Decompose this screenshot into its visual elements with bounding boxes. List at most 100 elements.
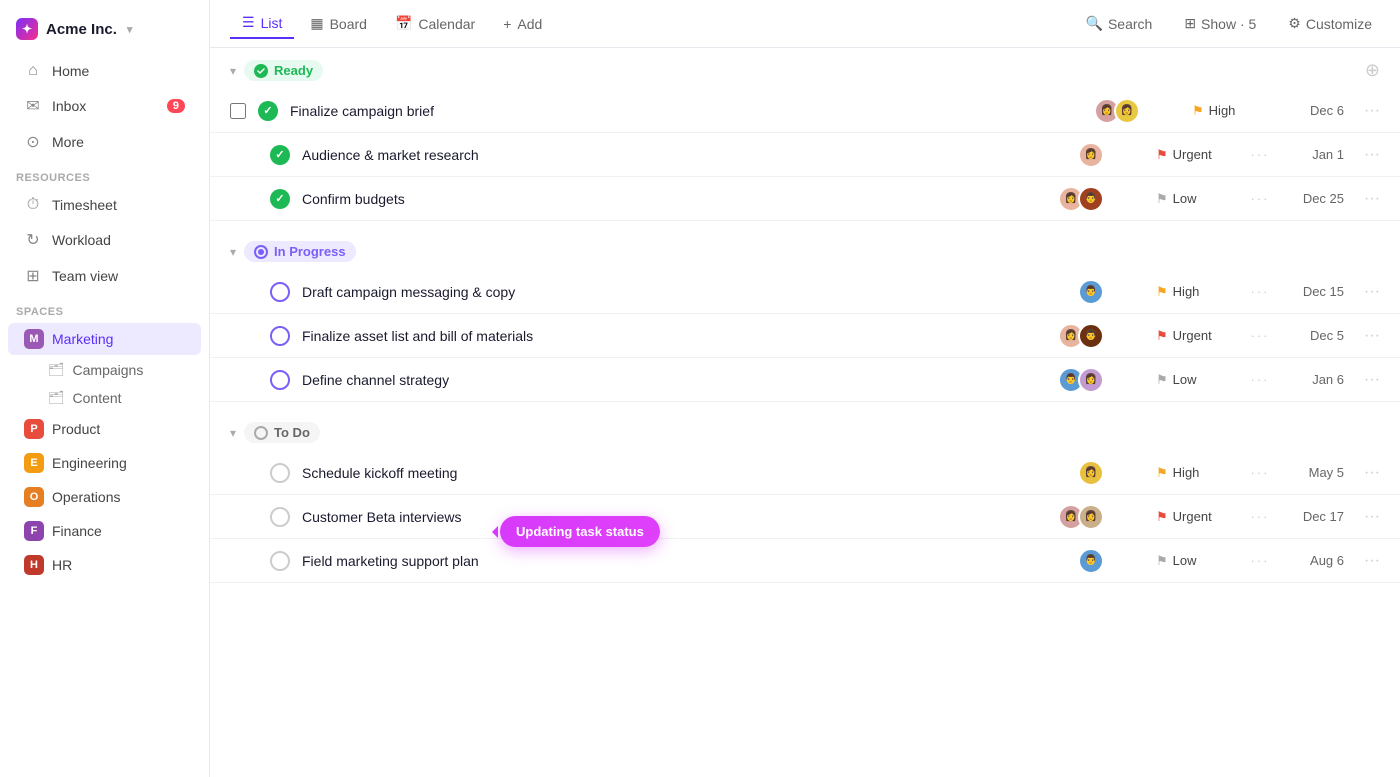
inbox-icon: ✉ bbox=[24, 96, 42, 116]
task-checkbox-t1[interactable] bbox=[230, 103, 246, 119]
row-more-t8[interactable]: ··· bbox=[1364, 508, 1380, 526]
topbar: ☰ List ▦ Board 📅 Calendar + Add 🔍 Search… bbox=[210, 0, 1400, 48]
more-dots-t2[interactable]: ··· bbox=[1248, 147, 1272, 162]
flag-icon-t5: ⚑ bbox=[1156, 328, 1168, 344]
task-priority-t7: ⚑ High bbox=[1156, 465, 1236, 481]
tab-board-label: Board bbox=[330, 16, 367, 32]
task-name-t2: Audience & market research bbox=[302, 147, 1032, 163]
workload-icon: ↻ bbox=[24, 230, 42, 250]
tab-calendar[interactable]: 📅 Calendar bbox=[383, 9, 487, 38]
campaigns-label: Campaigns bbox=[73, 362, 144, 378]
more-dots-t6[interactable]: ··· bbox=[1248, 372, 1272, 387]
priority-label-t2: Urgent bbox=[1173, 147, 1212, 162]
group-toggle-todo[interactable]: ▾ bbox=[230, 426, 236, 440]
task-avatars-t1: 👩 👩 bbox=[1080, 98, 1140, 124]
more-dots-t5[interactable]: ··· bbox=[1248, 328, 1272, 343]
row-more-t6[interactable]: ··· bbox=[1364, 371, 1380, 389]
sidebar-item-home[interactable]: ⌂ Home bbox=[8, 55, 201, 87]
table-row: Draft campaign messaging & copy 👨 ⚑ High… bbox=[210, 270, 1400, 314]
sidebar-item-marketing[interactable]: M Marketing bbox=[8, 323, 201, 355]
topbar-right: 🔍 Search ⊞ Show · 5 ⚙ Customize bbox=[1078, 11, 1380, 36]
sidebar-item-more[interactable]: ⊙ More bbox=[8, 125, 201, 159]
more-dots-t3[interactable]: ··· bbox=[1248, 191, 1272, 206]
search-label: Search bbox=[1108, 16, 1152, 32]
list-tab-icon: ☰ bbox=[242, 14, 255, 31]
group-toggle-ready[interactable]: ▾ bbox=[230, 64, 236, 78]
task-name-t8: Customer Beta interviews bbox=[302, 509, 1032, 525]
task-priority-t4: ⚑ High bbox=[1156, 284, 1236, 300]
sidebar-item-operations[interactable]: O Operations bbox=[8, 481, 201, 513]
sidebar-item-hr[interactable]: H HR bbox=[8, 549, 201, 581]
sidebar-item-engineering[interactable]: E Engineering bbox=[8, 447, 201, 479]
sidebar-item-product[interactable]: P Product bbox=[8, 413, 201, 445]
more-dots-t9[interactable]: ··· bbox=[1248, 553, 1272, 568]
finance-avatar: F bbox=[24, 521, 44, 541]
app-logo[interactable]: ✦ Acme Inc. ▾ bbox=[0, 12, 209, 54]
row-more-t5[interactable]: ··· bbox=[1364, 327, 1380, 345]
inbox-badge: 9 bbox=[167, 99, 185, 113]
main-content: ☰ List ▦ Board 📅 Calendar + Add 🔍 Search… bbox=[210, 0, 1400, 777]
task-priority-t9: ⚑ Low bbox=[1156, 553, 1236, 569]
sidebar-item-inbox[interactable]: ✉ Inbox 9 bbox=[8, 89, 201, 123]
sidebar-sub-campaigns[interactable]: 🗂 Campaigns bbox=[8, 357, 201, 383]
task-avatars-t3: 👩 👨 bbox=[1044, 186, 1104, 212]
inbox-label: Inbox bbox=[52, 98, 86, 114]
row-more-t1[interactable]: ··· bbox=[1364, 102, 1380, 120]
spaces-section-label: Spaces bbox=[0, 294, 209, 322]
more-dots-t7[interactable]: ··· bbox=[1248, 465, 1272, 480]
sidebar-item-workload[interactable]: ↻ Workload bbox=[8, 223, 201, 257]
home-icon: ⌂ bbox=[24, 62, 42, 80]
tab-list[interactable]: ☰ List bbox=[230, 8, 294, 39]
task-priority-t2: ⚑ Urgent bbox=[1156, 147, 1236, 163]
flag-icon-t1: ⚑ bbox=[1192, 103, 1204, 119]
sidebar-item-teamview[interactable]: ⊞ Team view bbox=[8, 259, 201, 293]
customize-button[interactable]: ⚙ Customize bbox=[1280, 11, 1380, 36]
tab-board[interactable]: ▦ Board bbox=[298, 9, 379, 38]
priority-label-t4: High bbox=[1173, 284, 1200, 299]
sidebar-item-finance[interactable]: F Finance bbox=[8, 515, 201, 547]
group-badge-inprogress: In Progress bbox=[244, 241, 356, 262]
table-row: Confirm budgets 👩 👨 ⚑ Low ··· Dec 25 ··· bbox=[210, 177, 1400, 221]
group-header-inprogress: ▾ In Progress bbox=[210, 229, 1400, 270]
operations-avatar: O bbox=[24, 487, 44, 507]
task-status-done-t3 bbox=[270, 189, 290, 209]
task-date-t1: Dec 6 bbox=[1284, 103, 1344, 118]
customize-label: Customize bbox=[1306, 16, 1372, 32]
show-label: Show · 5 bbox=[1201, 16, 1256, 32]
row-more-t3[interactable]: ··· bbox=[1364, 190, 1380, 208]
row-more-t7[interactable]: ··· bbox=[1364, 464, 1380, 482]
tab-list-label: List bbox=[261, 15, 283, 31]
priority-label-t5: Urgent bbox=[1173, 328, 1212, 343]
updating-task-status-tooltip: Updating task status bbox=[500, 516, 660, 547]
row-more-t4[interactable]: ··· bbox=[1364, 283, 1380, 301]
product-label: Product bbox=[52, 421, 100, 437]
more-label: More bbox=[52, 134, 84, 150]
flag-icon-t2: ⚑ bbox=[1156, 147, 1168, 163]
task-date-t2: Jan 1 bbox=[1284, 147, 1344, 162]
flag-icon-t7: ⚑ bbox=[1156, 465, 1168, 481]
search-button[interactable]: 🔍 Search bbox=[1078, 11, 1161, 36]
engineering-avatar: E bbox=[24, 453, 44, 473]
more-dots-t8[interactable]: ··· bbox=[1248, 509, 1272, 524]
row-more-t9[interactable]: ··· bbox=[1364, 552, 1380, 570]
show-button[interactable]: ⊞ Show · 5 bbox=[1176, 11, 1264, 36]
sidebar-item-timesheet[interactable]: ⏱ Timesheet bbox=[8, 189, 201, 221]
group-toggle-inprogress[interactable]: ▾ bbox=[230, 245, 236, 259]
avatar: 👩 bbox=[1114, 98, 1140, 124]
task-status-done-t2 bbox=[270, 145, 290, 165]
campaigns-folder-icon: 🗂 bbox=[48, 362, 65, 378]
more-dots-t4[interactable]: ··· bbox=[1248, 284, 1272, 299]
task-priority-t1: ⚑ High bbox=[1192, 103, 1272, 119]
teamview-icon: ⊞ bbox=[24, 266, 42, 286]
group-badge-ready: Ready bbox=[244, 60, 323, 81]
priority-label-t9: Low bbox=[1173, 553, 1197, 568]
task-avatars-t9: 👨 bbox=[1044, 548, 1104, 574]
row-more-t2[interactable]: ··· bbox=[1364, 146, 1380, 164]
sidebar-sub-content[interactable]: 🗂 Content bbox=[8, 385, 201, 411]
group-badge-todo: To Do bbox=[244, 422, 320, 443]
tab-add[interactable]: + Add bbox=[491, 10, 554, 38]
avatar: 👨 bbox=[1078, 323, 1104, 349]
add-to-ready-button[interactable]: ⊕ bbox=[1365, 60, 1380, 81]
task-avatars-t2: 👩 bbox=[1044, 142, 1104, 168]
avatar: 👩 bbox=[1078, 460, 1104, 486]
